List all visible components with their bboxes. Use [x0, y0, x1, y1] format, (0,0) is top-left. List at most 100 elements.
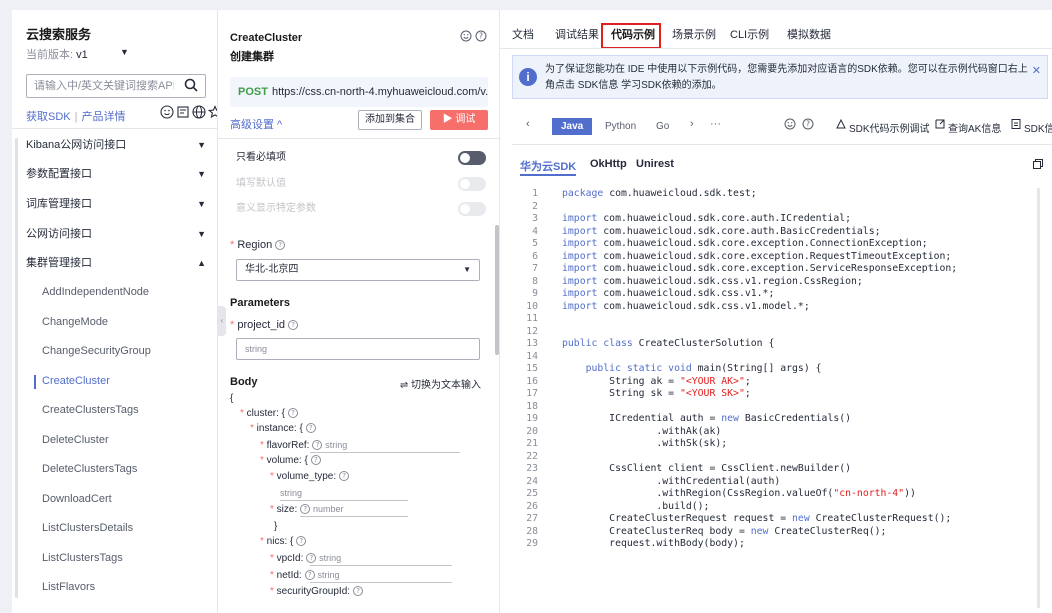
param-name: instance: {: [256, 423, 303, 434]
api-item-listclustersdetails[interactable]: ListClustersDetails: [12, 514, 217, 544]
query-ak-link[interactable]: 查询AK信息: [948, 120, 1001, 135]
document-icon[interactable]: [176, 105, 190, 119]
api-item-deletecluster[interactable]: DeleteCluster: [12, 426, 217, 456]
code-line: 16 String ak = "<YOUR AK>";: [512, 376, 751, 389]
help-icon[interactable]: ?: [339, 471, 350, 482]
star-icon[interactable]: [207, 105, 217, 119]
param-size[interactable]: * size:? number: [270, 502, 344, 516]
api-item-changesecuritygroup[interactable]: ChangeSecurityGroup: [12, 337, 217, 367]
api-group-public-access[interactable]: 公网访问接口 ▼: [12, 219, 217, 249]
tab-scenario-sample[interactable]: 场景示例: [672, 26, 716, 42]
code-editor[interactable]: 1 package com.huaweicloud.sdk.test; 2 3 impo…: [512, 182, 1052, 613]
code-line: 28 CreateClusterReq body = new CreateClu…: [512, 526, 886, 539]
line-number: 6: [532, 250, 538, 262]
help-icon[interactable]: ?: [475, 30, 487, 42]
help-icon[interactable]: ?: [275, 240, 286, 251]
api-item-listclusterstags[interactable]: ListClustersTags: [12, 544, 217, 574]
smiley-icon[interactable]: [460, 30, 472, 42]
code-token: com.huaweicloud.sdk.core.auth.BasicCrede…: [597, 225, 881, 237]
tab-mock-data[interactable]: 模拟数据: [787, 26, 831, 42]
lang-python[interactable]: Python: [596, 118, 645, 135]
api-item-createcluster[interactable]: CreateCluster: [12, 367, 217, 397]
api-search-box[interactable]: [26, 74, 206, 98]
api-group-lexicon[interactable]: 词库管理接口 ▼: [12, 189, 217, 219]
sdk-info-link[interactable]: SDK信息: [1024, 120, 1052, 135]
get-sdk-link[interactable]: 获取SDK: [26, 111, 71, 123]
line-number: 18: [526, 400, 538, 412]
project-id-label-text: project_id: [237, 319, 286, 331]
param-vpcid[interactable]: * vpcId:? string: [270, 551, 341, 565]
help-icon[interactable]: ?: [304, 570, 315, 581]
api-group-cluster-mgmt[interactable]: 集群管理接口 ▲: [12, 248, 217, 278]
param-flavorref[interactable]: * flavorRef:? string: [260, 438, 347, 452]
api-item-downloadcert[interactable]: DownloadCert: [12, 485, 217, 515]
copy-icon[interactable]: [1032, 158, 1044, 170]
help-icon[interactable]: ?: [353, 586, 364, 597]
line-number: 5: [532, 238, 538, 249]
tab-debug-result[interactable]: 调试结果: [555, 26, 599, 42]
add-to-collection-button[interactable]: 添加到集合: [358, 110, 422, 130]
type-hint: string: [325, 440, 348, 450]
version-selector[interactable]: 当前版本: v1 ▼: [26, 46, 129, 62]
sidebar-divider: [12, 128, 217, 129]
sdk-tab-huaweicloud[interactable]: 华为云SDK: [520, 158, 576, 174]
api-item-createclusterstags[interactable]: CreateClustersTags: [12, 396, 217, 426]
api-item-deleteclusterstags[interactable]: DeleteClustersTags: [12, 455, 217, 485]
more-languages[interactable]: ···: [710, 118, 721, 130]
request-panel-scrollbar[interactable]: [495, 225, 499, 355]
line-number: 28: [526, 525, 538, 537]
close-icon[interactable]: ✕: [1032, 64, 1041, 77]
help-icon[interactable]: ?: [802, 118, 814, 130]
code-line: 14: [512, 351, 562, 364]
help-icon[interactable]: ?: [288, 408, 299, 419]
code-token: public class: [562, 338, 633, 349]
toggle-switch[interactable]: [458, 177, 486, 191]
toggle-switch[interactable]: [458, 202, 486, 216]
product-detail-link[interactable]: 产品详情: [81, 111, 125, 123]
param-volume-type[interactable]: * volume_type:?: [270, 470, 350, 484]
api-search-input[interactable]: [34, 80, 174, 92]
help-icon[interactable]: ?: [296, 536, 307, 547]
sidebar-tool-icons: [160, 105, 217, 119]
help-icon[interactable]: ?: [312, 440, 323, 451]
advanced-settings-toggle[interactable]: 高级设置 ^: [230, 116, 282, 132]
code-token: import: [562, 225, 598, 237]
api-item-changemode[interactable]: ChangeMode: [12, 308, 217, 338]
chevron-right-icon[interactable]: ›: [690, 118, 694, 130]
smiley-icon[interactable]: [160, 105, 174, 119]
toggle-switch[interactable]: [458, 151, 486, 165]
debug-button[interactable]: ▶ 调试: [430, 110, 488, 130]
line-number: 17: [526, 388, 538, 399]
line-number: 15: [526, 363, 538, 374]
switch-to-text-input[interactable]: ⇌ 切换为文本输入: [400, 376, 481, 391]
globe-icon[interactable]: [192, 105, 206, 119]
debug-icon: [836, 118, 846, 129]
help-icon[interactable]: ?: [300, 504, 311, 515]
sdk-tab-unirest[interactable]: Unirest: [636, 158, 674, 170]
help-icon[interactable]: ?: [310, 455, 321, 466]
collapse-sidebar-handle[interactable]: ‹: [218, 306, 226, 336]
sdk-tab-okhttp[interactable]: OkHttp: [590, 158, 627, 170]
tab-docs[interactable]: 文档: [512, 26, 534, 42]
smiley-icon[interactable]: [784, 118, 796, 130]
code-scrollbar[interactable]: [1037, 188, 1040, 608]
lang-java[interactable]: Java: [552, 118, 593, 135]
lang-go[interactable]: Go: [647, 118, 678, 135]
api-group-kibana[interactable]: Kibana公网访问接口 ▼: [12, 130, 217, 160]
api-item-addindependentnode[interactable]: AddIndependentNode: [12, 278, 217, 308]
api-group-params[interactable]: 参数配置接口 ▼: [12, 159, 217, 189]
help-icon[interactable]: ?: [305, 423, 316, 434]
region-select[interactable]: 华北-北京四 ▼: [236, 259, 480, 281]
tab-cli-sample[interactable]: CLI示例: [730, 26, 769, 42]
search-icon[interactable]: [184, 78, 198, 92]
chevron-up-icon: ▲: [197, 258, 206, 268]
code-line: 15 public static void main(String[] args…: [512, 363, 821, 376]
help-icon[interactable]: ?: [306, 553, 317, 564]
api-item-listflavors[interactable]: ListFlavors: [12, 573, 217, 603]
sdk-debug-link[interactable]: SDK代码示例调试: [849, 120, 930, 135]
param-netid[interactable]: * netId:? string: [270, 568, 340, 582]
chevron-left-icon[interactable]: ‹: [526, 118, 530, 130]
param-securitygroupid[interactable]: * securityGroupId:?: [270, 585, 364, 599]
help-icon[interactable]: ?: [288, 320, 299, 331]
project-id-input[interactable]: string: [236, 338, 480, 360]
